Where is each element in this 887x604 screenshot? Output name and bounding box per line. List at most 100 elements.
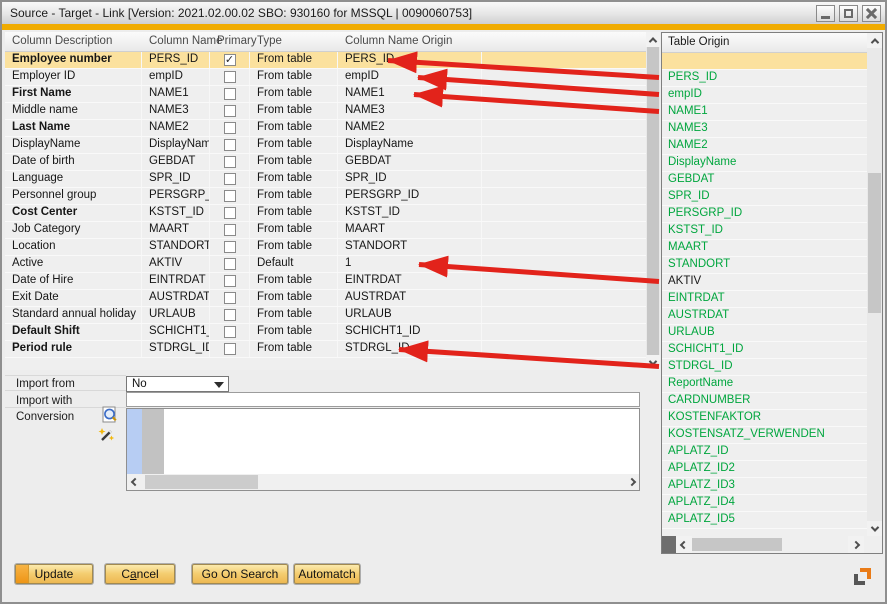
scroll-right-button[interactable] — [848, 536, 864, 553]
primary-checkbox[interactable] — [224, 275, 236, 287]
table-row[interactable]: Default ShiftSCHICHT1_IDFrom tableSCHICH… — [5, 324, 646, 341]
go-on-search-button[interactable]: Go On Search — [192, 564, 288, 584]
primary-checkbox[interactable] — [224, 156, 236, 168]
table-row[interactable]: Job CategoryMAARTFrom tableMAART — [5, 222, 646, 239]
primary-checkbox[interactable] — [224, 88, 236, 100]
table-row[interactable]: Date of birthGEBDATFrom tableGEBDAT — [5, 154, 646, 171]
origin-list-item[interactable]: PERS_ID — [662, 70, 867, 87]
origin-list-item[interactable]: SCHICHT1_ID — [662, 342, 867, 359]
primary-checkbox[interactable] — [224, 309, 236, 321]
table-row[interactable]: Middle nameNAME3From tableNAME3 — [5, 103, 646, 120]
origin-list-item[interactable]: APLATZ_ID2 — [662, 461, 867, 478]
origin-list-item[interactable]: empID — [662, 87, 867, 104]
table-row[interactable]: Employee numberPERS_ID✓From tablePERS_ID — [5, 52, 646, 69]
minimize-button[interactable] — [816, 5, 835, 22]
origin-list-item[interactable]: APLATZ_ID — [662, 444, 867, 461]
table-row[interactable]: Period ruleSTDRGL_IDFrom tableSTDRGL_ID — [5, 341, 646, 358]
origin-list-item[interactable]: APLATZ_ID3 — [662, 478, 867, 495]
maximize-button[interactable] — [839, 5, 858, 22]
origin-list-item[interactable]: MAART — [662, 240, 867, 257]
origin-list-item[interactable]: PERSGRP_ID — [662, 206, 867, 223]
origin-list-item[interactable]: APLATZ_ID5 — [662, 512, 867, 529]
editor-horizontal-scrollbar[interactable] — [127, 474, 639, 490]
scrollbar-thumb[interactable] — [868, 173, 881, 313]
primary-checkbox[interactable] — [224, 207, 236, 219]
origin-horizontal-scrollbar[interactable] — [662, 536, 882, 553]
conversion-editor[interactable] — [126, 408, 640, 491]
origin-list-item[interactable] — [662, 53, 867, 70]
origin-list-item[interactable]: APLATZ_ID4 — [662, 495, 867, 512]
table-row[interactable]: Employer IDempIDFrom tableempID — [5, 69, 646, 86]
primary-checkbox[interactable] — [224, 326, 236, 338]
origin-list-item[interactable]: ReportName — [662, 376, 867, 393]
import-from-dropdown[interactable]: No — [126, 376, 229, 392]
table-row[interactable]: Standard annual holidayURLAUBFrom tableU… — [5, 307, 646, 324]
cancel-button[interactable]: Cancel — [105, 564, 175, 584]
primary-checkbox[interactable]: ✓ — [224, 54, 236, 66]
cell-primary — [210, 273, 250, 289]
origin-list-item[interactable]: SPR_ID — [662, 189, 867, 206]
primary-checkbox[interactable] — [224, 105, 236, 117]
close-button[interactable] — [862, 5, 881, 22]
table-vertical-scrollbar[interactable] — [646, 32, 660, 370]
magic-wand-icon[interactable] — [98, 426, 116, 444]
scroll-left-button[interactable] — [127, 474, 142, 490]
origin-list-item[interactable]: KSTST_ID — [662, 223, 867, 240]
origin-vertical-scrollbar[interactable] — [867, 33, 882, 536]
origin-list-item[interactable]: URLAUB — [662, 325, 867, 342]
scroll-up-button[interactable] — [867, 33, 882, 48]
table-row[interactable]: Cost CenterKSTST_IDFrom tableKSTST_ID — [5, 205, 646, 222]
cell-filler — [482, 154, 646, 170]
update-button[interactable]: Update — [15, 564, 93, 584]
table-row[interactable]: DisplayNameDisplayNameFrom tableDisplayN… — [5, 137, 646, 154]
scrollbar-thumb[interactable] — [692, 538, 782, 551]
table-row[interactable]: ActiveAKTIVDefault1 — [5, 256, 646, 273]
table-row[interactable]: First NameNAME1From tableNAME1 — [5, 86, 646, 103]
cell-type: From table — [250, 171, 338, 187]
scrollbar-thumb[interactable] — [145, 475, 258, 489]
scroll-left-button[interactable] — [676, 536, 692, 553]
origin-list-item[interactable]: AUSTRDAT — [662, 308, 867, 325]
origin-list-item[interactable]: STDRGL_ID — [662, 359, 867, 376]
origin-list-item[interactable]: KOSTENSATZ_VERWENDEN — [662, 427, 867, 444]
maximize-icon — [844, 9, 853, 18]
origin-list-item[interactable]: EINTRDAT — [662, 291, 867, 308]
scrollbar-thumb[interactable] — [647, 47, 659, 355]
cell-column-name-origin: PERS_ID — [338, 52, 482, 68]
table-row[interactable]: Personnel groupPERSGRP_IDFrom tablePERSG… — [5, 188, 646, 205]
scroll-right-button[interactable] — [624, 474, 639, 490]
table-row[interactable]: Exit DateAUSTRDATFrom tableAUSTRDAT — [5, 290, 646, 307]
origin-list-item[interactable]: CARDNUMBER — [662, 393, 867, 410]
origin-list-item[interactable]: DisplayName — [662, 155, 867, 172]
cell-column-description: Date of birth — [5, 154, 142, 170]
primary-checkbox[interactable] — [224, 122, 236, 134]
origin-list-item[interactable]: NAME3 — [662, 121, 867, 138]
scroll-down-button[interactable] — [867, 521, 882, 536]
table-row[interactable]: Date of HireEINTRDATFrom tableEINTRDAT — [5, 273, 646, 290]
primary-checkbox[interactable] — [224, 241, 236, 253]
table-row[interactable]: LanguageSPR_IDFrom tableSPR_ID — [5, 171, 646, 188]
table-row[interactable]: Last NameNAME2From tableNAME2 — [5, 120, 646, 137]
scroll-up-button[interactable] — [646, 32, 660, 47]
origin-list-item[interactable]: STANDORT — [662, 257, 867, 274]
primary-checkbox[interactable] — [224, 258, 236, 270]
origin-list-item[interactable]: NAME1 — [662, 104, 867, 121]
table-row[interactable]: LocationSTANDORTFrom tableSTANDORT — [5, 239, 646, 256]
scroll-down-button[interactable] — [646, 355, 660, 370]
primary-checkbox[interactable] — [224, 71, 236, 83]
import-with-input[interactable] — [126, 392, 640, 407]
origin-list-item[interactable]: GEBDAT — [662, 172, 867, 189]
cell-column-name-origin: empID — [338, 69, 482, 85]
automatch-button[interactable]: Automatch — [294, 564, 360, 584]
primary-checkbox[interactable] — [224, 224, 236, 236]
origin-list-item[interactable]: NAME2 — [662, 138, 867, 155]
primary-checkbox[interactable] — [224, 190, 236, 202]
preview-magnifier-icon[interactable] — [101, 406, 119, 424]
primary-checkbox[interactable] — [224, 292, 236, 304]
primary-checkbox[interactable] — [224, 343, 236, 355]
resize-grip[interactable] — [854, 568, 871, 585]
primary-checkbox[interactable] — [224, 139, 236, 151]
origin-list-item[interactable]: AKTIV — [662, 274, 867, 291]
primary-checkbox[interactable] — [224, 173, 236, 185]
origin-list-item[interactable]: KOSTENFAKTOR — [662, 410, 867, 427]
